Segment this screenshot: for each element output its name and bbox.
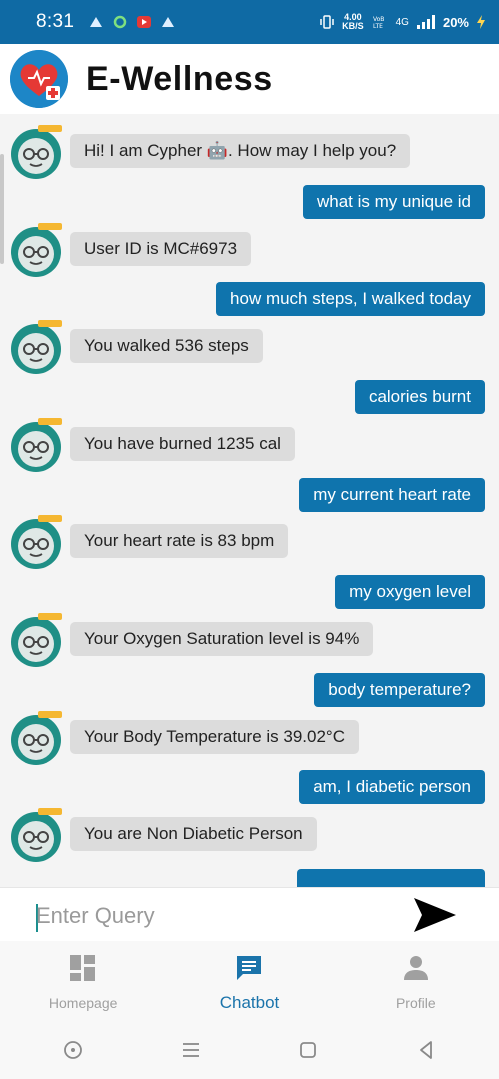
back-icon[interactable] (414, 1038, 438, 1062)
app-logo (10, 50, 68, 108)
status-time: 8:31 (36, 11, 75, 32)
nav-chatbot-label: Chatbot (219, 993, 280, 1012)
robot-avatar-icon (11, 613, 62, 667)
robot-avatar-icon (11, 417, 62, 472)
user-message: body temperature? (314, 672, 485, 707)
ring-notification-icon (113, 15, 127, 29)
volte-icon: VoBLTE (373, 16, 384, 29)
app-notification-icon-2 (162, 17, 175, 27)
status-right: 4.00 KB/S VoB LTE 4G 20% (320, 13, 485, 31)
user-message: what is my unique id (302, 184, 485, 219)
nav-homepage[interactable]: Homepage (0, 941, 166, 1021)
bot-message: You have burned 1235 cal (70, 426, 295, 461)
user-message: how much steps, I walked today (216, 282, 485, 317)
bot-avatar (8, 417, 64, 473)
bot-message: User ID is MC#6973 (70, 231, 252, 266)
user-message: my oxygen level (335, 575, 485, 610)
bot-message: You are Non Diabetic Person (70, 817, 317, 852)
vibrate-icon (320, 15, 334, 29)
dashboard-icon (70, 955, 96, 981)
chat-icon (237, 956, 262, 980)
user-message: my current heart rate (299, 477, 485, 512)
assistant-icon[interactable] (61, 1038, 85, 1062)
bot-avatar (8, 710, 64, 766)
home-icon[interactable] (296, 1038, 320, 1062)
bot-avatar (8, 612, 64, 668)
bot-avatar (8, 514, 64, 570)
user-message: calories burnt (354, 380, 485, 414)
notification-icons (88, 15, 176, 29)
app-header: E-Wellness (0, 44, 499, 114)
app-title: E-Wellness (86, 59, 273, 98)
heart-logo-icon (10, 50, 68, 108)
signal-icon (416, 15, 435, 29)
robot-avatar-icon (11, 320, 62, 375)
nav-homepage-label: Homepage (48, 995, 118, 1011)
nav-profile-label: Profile (395, 995, 436, 1011)
robot-avatar-icon (11, 125, 62, 179)
network-speed: 4.00 KB/S (342, 13, 364, 31)
person-icon (403, 956, 428, 980)
bot-message: Your Oxygen Saturation level is 94% (70, 622, 374, 656)
recent-apps-icon[interactable] (179, 1038, 203, 1062)
send-icon[interactable] (410, 894, 460, 936)
robot-avatar-icon (11, 222, 62, 277)
robot-avatar-icon (11, 710, 62, 765)
user-message: am, I diabetic person (299, 770, 485, 805)
robot-avatar-icon (11, 515, 62, 570)
query-input[interactable] (36, 898, 376, 934)
charging-icon (477, 15, 485, 29)
bot-message: You walked 536 steps (70, 329, 263, 364)
bot-message: Your Body Temperature is 39.02°C (70, 719, 360, 754)
chat-area[interactable]: Hi! I am Cypher 🤖. How may I help you? wh… (0, 114, 499, 887)
bot-avatar (8, 319, 64, 375)
nav-chatbot[interactable]: Chatbot (166, 941, 332, 1021)
battery-level: 20% (442, 14, 469, 30)
bot-message: Your heart rate is 83 bpm (70, 524, 289, 559)
bot-avatar (8, 222, 64, 278)
bottom-navigation: Homepage Chatbot Profile (0, 941, 499, 1021)
scroll-edge-indicator (0, 154, 4, 264)
user-message-partial (297, 869, 485, 887)
robot-avatar-icon (11, 808, 62, 863)
network-type: 4G (395, 16, 409, 28)
bot-message: Hi! I am Cypher 🤖. How may I help you? (70, 134, 411, 168)
bot-avatar (8, 124, 64, 180)
youtube-notification-icon (137, 16, 152, 28)
status-bar: 8:31 4.00 KB/S VoB LTE 4G 20% (0, 0, 499, 44)
svg-text:VoB: VoB (373, 16, 384, 23)
svg-text:LTE: LTE (373, 23, 383, 29)
system-navigation (0, 1021, 499, 1079)
speed-unit: KB/S (342, 21, 364, 31)
bot-avatar (8, 807, 64, 863)
nav-profile[interactable]: Profile (333, 941, 499, 1021)
app-notification-icon (90, 17, 103, 27)
input-bar (0, 887, 499, 941)
